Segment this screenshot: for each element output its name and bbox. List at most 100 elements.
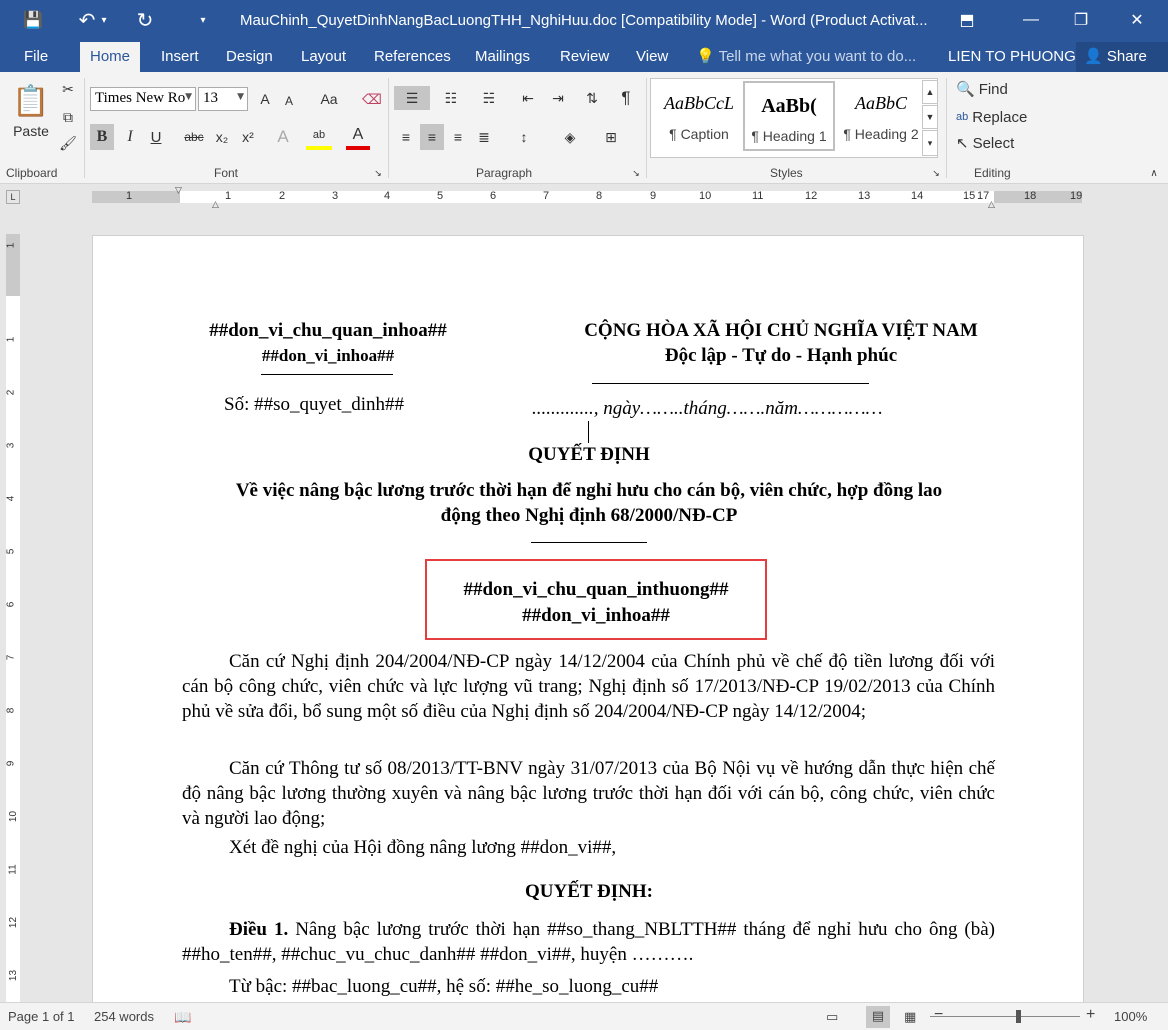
dialog-launcher-icon[interactable]: ↘ — [372, 166, 384, 180]
horizontal-ruler[interactable]: L 1 1 2 3 4 5 6 7 8 9 10 11 12 13 14 15 … — [0, 185, 1168, 209]
tab-file[interactable]: File — [14, 42, 58, 72]
print-layout-icon[interactable]: ▤ — [866, 1006, 890, 1028]
document-page[interactable]: ##don_vi_chu_quan_inhoa## ##don_vi_inhoa… — [92, 235, 1084, 1005]
bold-button[interactable]: B — [90, 124, 114, 150]
article-1-paragraph: Điều 1. Nâng bậc lương trước thời hạn ##… — [182, 917, 995, 967]
format-painter-icon[interactable]: 🖌 — [56, 132, 80, 154]
superscript-button[interactable]: x² — [236, 124, 260, 150]
align-right-icon[interactable]: ≡ — [446, 124, 470, 150]
user-account[interactable]: LIEN TO PHUONG — [948, 42, 1076, 72]
page-count[interactable]: Page 1 of 1 — [8, 1009, 75, 1024]
grow-font-icon[interactable]: A — [254, 88, 276, 110]
group-divider — [84, 78, 85, 178]
share-button[interactable]: 👤 Share — [1076, 42, 1168, 72]
tab-references[interactable]: References — [364, 42, 461, 72]
org-underline — [261, 374, 393, 375]
numbering-icon[interactable]: ☷ — [434, 86, 468, 110]
line-spacing-icon[interactable]: ↕ — [508, 124, 540, 150]
italic-button[interactable]: I — [118, 124, 142, 150]
web-layout-icon[interactable]: ▦ — [904, 1009, 916, 1025]
redo-icon[interactable]: ↻ — [130, 8, 160, 32]
ruler-number: 2 — [279, 190, 286, 202]
style-caption[interactable]: AaBbCcL ¶ Caption — [653, 81, 745, 151]
left-indent-marker[interactable]: △ — [212, 199, 224, 211]
decision-number: Số: ##so_quyet_dinh## — [224, 394, 404, 415]
copy-icon[interactable]: ⧉ — [56, 106, 80, 128]
right-indent-marker[interactable]: △ — [988, 199, 1000, 211]
styles-more-icon[interactable]: ▾ — [922, 130, 938, 156]
ruler-number: 13 — [8, 969, 20, 982]
borders-icon[interactable]: ⊞ — [594, 124, 628, 150]
multilevel-list-icon[interactable]: ☵ — [472, 86, 506, 110]
clipboard-group-label: Clipboard — [6, 166, 58, 180]
justify-icon[interactable]: ≣ — [472, 124, 496, 150]
align-center-icon[interactable]: ≡ — [420, 124, 444, 150]
zoom-slider[interactable] — [930, 1016, 1080, 1017]
ribbon-tabs: File Home Insert Design Layout Reference… — [0, 42, 1168, 72]
ruler-number: 1 — [5, 242, 17, 249]
word-count[interactable]: 254 words — [94, 1009, 154, 1024]
tab-design[interactable]: Design — [216, 42, 283, 72]
collapse-ribbon-icon[interactable]: ∧ — [1146, 166, 1162, 180]
tab-mailings[interactable]: Mailings — [465, 42, 540, 72]
font-name-combo[interactable]: Times New Ro ▼ — [90, 87, 196, 111]
shrink-font-icon[interactable]: A — [278, 90, 300, 112]
zoom-in-button[interactable]: + — [1086, 1006, 1095, 1024]
undo-dropdown-icon[interactable]: ▾ — [96, 8, 112, 32]
increase-indent-icon[interactable]: ⇥ — [546, 86, 570, 110]
tab-layout[interactable]: Layout — [291, 42, 356, 72]
style-heading-1[interactable]: AaBb( ¶ Heading 1 — [743, 81, 835, 151]
read-mode-icon[interactable]: ▭ — [826, 1009, 838, 1025]
highlight-color-icon[interactable]: ab — [306, 124, 332, 150]
paste-icon[interactable]: 📋 — [8, 78, 54, 124]
decide-heading: QUYẾT ĐỊNH: — [525, 881, 653, 902]
zoom-level[interactable]: 100% — [1114, 1009, 1147, 1024]
shading-icon[interactable]: ◈ — [554, 124, 586, 150]
dialog-launcher-icon[interactable]: ↘ — [930, 166, 942, 180]
bullets-icon[interactable]: ☰ — [394, 86, 430, 110]
style-heading-2[interactable]: AaBbC ¶ Heading 2 — [835, 81, 927, 151]
show-formatting-icon[interactable]: ¶ — [614, 86, 638, 110]
zoom-slider-thumb[interactable] — [1016, 1010, 1021, 1023]
styles-scroll-up-icon[interactable]: ▲ — [922, 80, 938, 104]
decrease-indent-icon[interactable]: ⇤ — [516, 86, 540, 110]
vertical-ruler[interactable]: 1 1 2 3 4 5 6 7 8 9 10 11 12 13 — [5, 234, 20, 1002]
first-line-indent-marker[interactable]: ▽ — [175, 185, 187, 195]
tab-review[interactable]: Review — [550, 42, 619, 72]
proofing-icon[interactable]: 📖 — [174, 1009, 191, 1026]
styles-scroll-down-icon[interactable]: ▼ — [922, 105, 938, 129]
replace-button[interactable]: ab Replace — [956, 106, 1036, 128]
cut-icon[interactable]: ✂ — [56, 78, 80, 100]
customize-qat-icon[interactable]: ▾ — [188, 8, 218, 32]
zoom-out-button[interactable]: − — [934, 1006, 943, 1024]
strikethrough-button[interactable]: abc — [180, 124, 208, 150]
find-button[interactable]: 🔍 Find — [956, 78, 1036, 100]
title-bar: 💾 ↶ ▾ ↻ ▾ MauChinh_QuyetDinhNangBacLuong… — [0, 0, 1168, 42]
paste-button-label[interactable]: Paste — [8, 122, 54, 140]
close-button[interactable]: ✕ — [1112, 0, 1162, 40]
clear-formatting-icon[interactable]: ⌫ — [360, 88, 384, 110]
sort-icon[interactable]: ⇅ — [580, 86, 604, 110]
subscript-button[interactable]: x₂ — [210, 124, 234, 150]
ruler-left-margin — [92, 191, 180, 203]
select-button[interactable]: ↖ Select — [956, 132, 1036, 154]
tell-me-search[interactable]: 💡 Tell me what you want to do... — [696, 42, 916, 72]
ribbon-display-options-icon[interactable]: ⬒ — [942, 0, 992, 40]
font-color-icon[interactable]: A — [346, 124, 370, 150]
text-effects-icon[interactable]: A — [270, 124, 296, 150]
tab-selector-icon[interactable]: L — [6, 190, 20, 204]
tab-home[interactable]: Home — [80, 42, 141, 72]
save-icon[interactable]: 💾 — [18, 8, 48, 32]
align-left-icon[interactable]: ≡ — [394, 124, 418, 150]
tab-view[interactable]: View — [626, 42, 678, 72]
underline-button[interactable]: U — [144, 124, 168, 150]
font-size-combo[interactable]: 13 ▼ — [198, 87, 248, 111]
tab-insert[interactable]: Insert — [151, 42, 209, 72]
change-case-icon[interactable]: Aa — [312, 88, 346, 110]
restore-button[interactable]: ❐ — [1056, 0, 1106, 40]
ruler-number: 12 — [805, 190, 818, 202]
minimize-button[interactable]: — — [1006, 0, 1056, 40]
dialog-launcher-icon[interactable]: ↘ — [630, 166, 642, 180]
motto-underline — [592, 383, 869, 384]
ruler-number: 10 — [699, 190, 712, 202]
